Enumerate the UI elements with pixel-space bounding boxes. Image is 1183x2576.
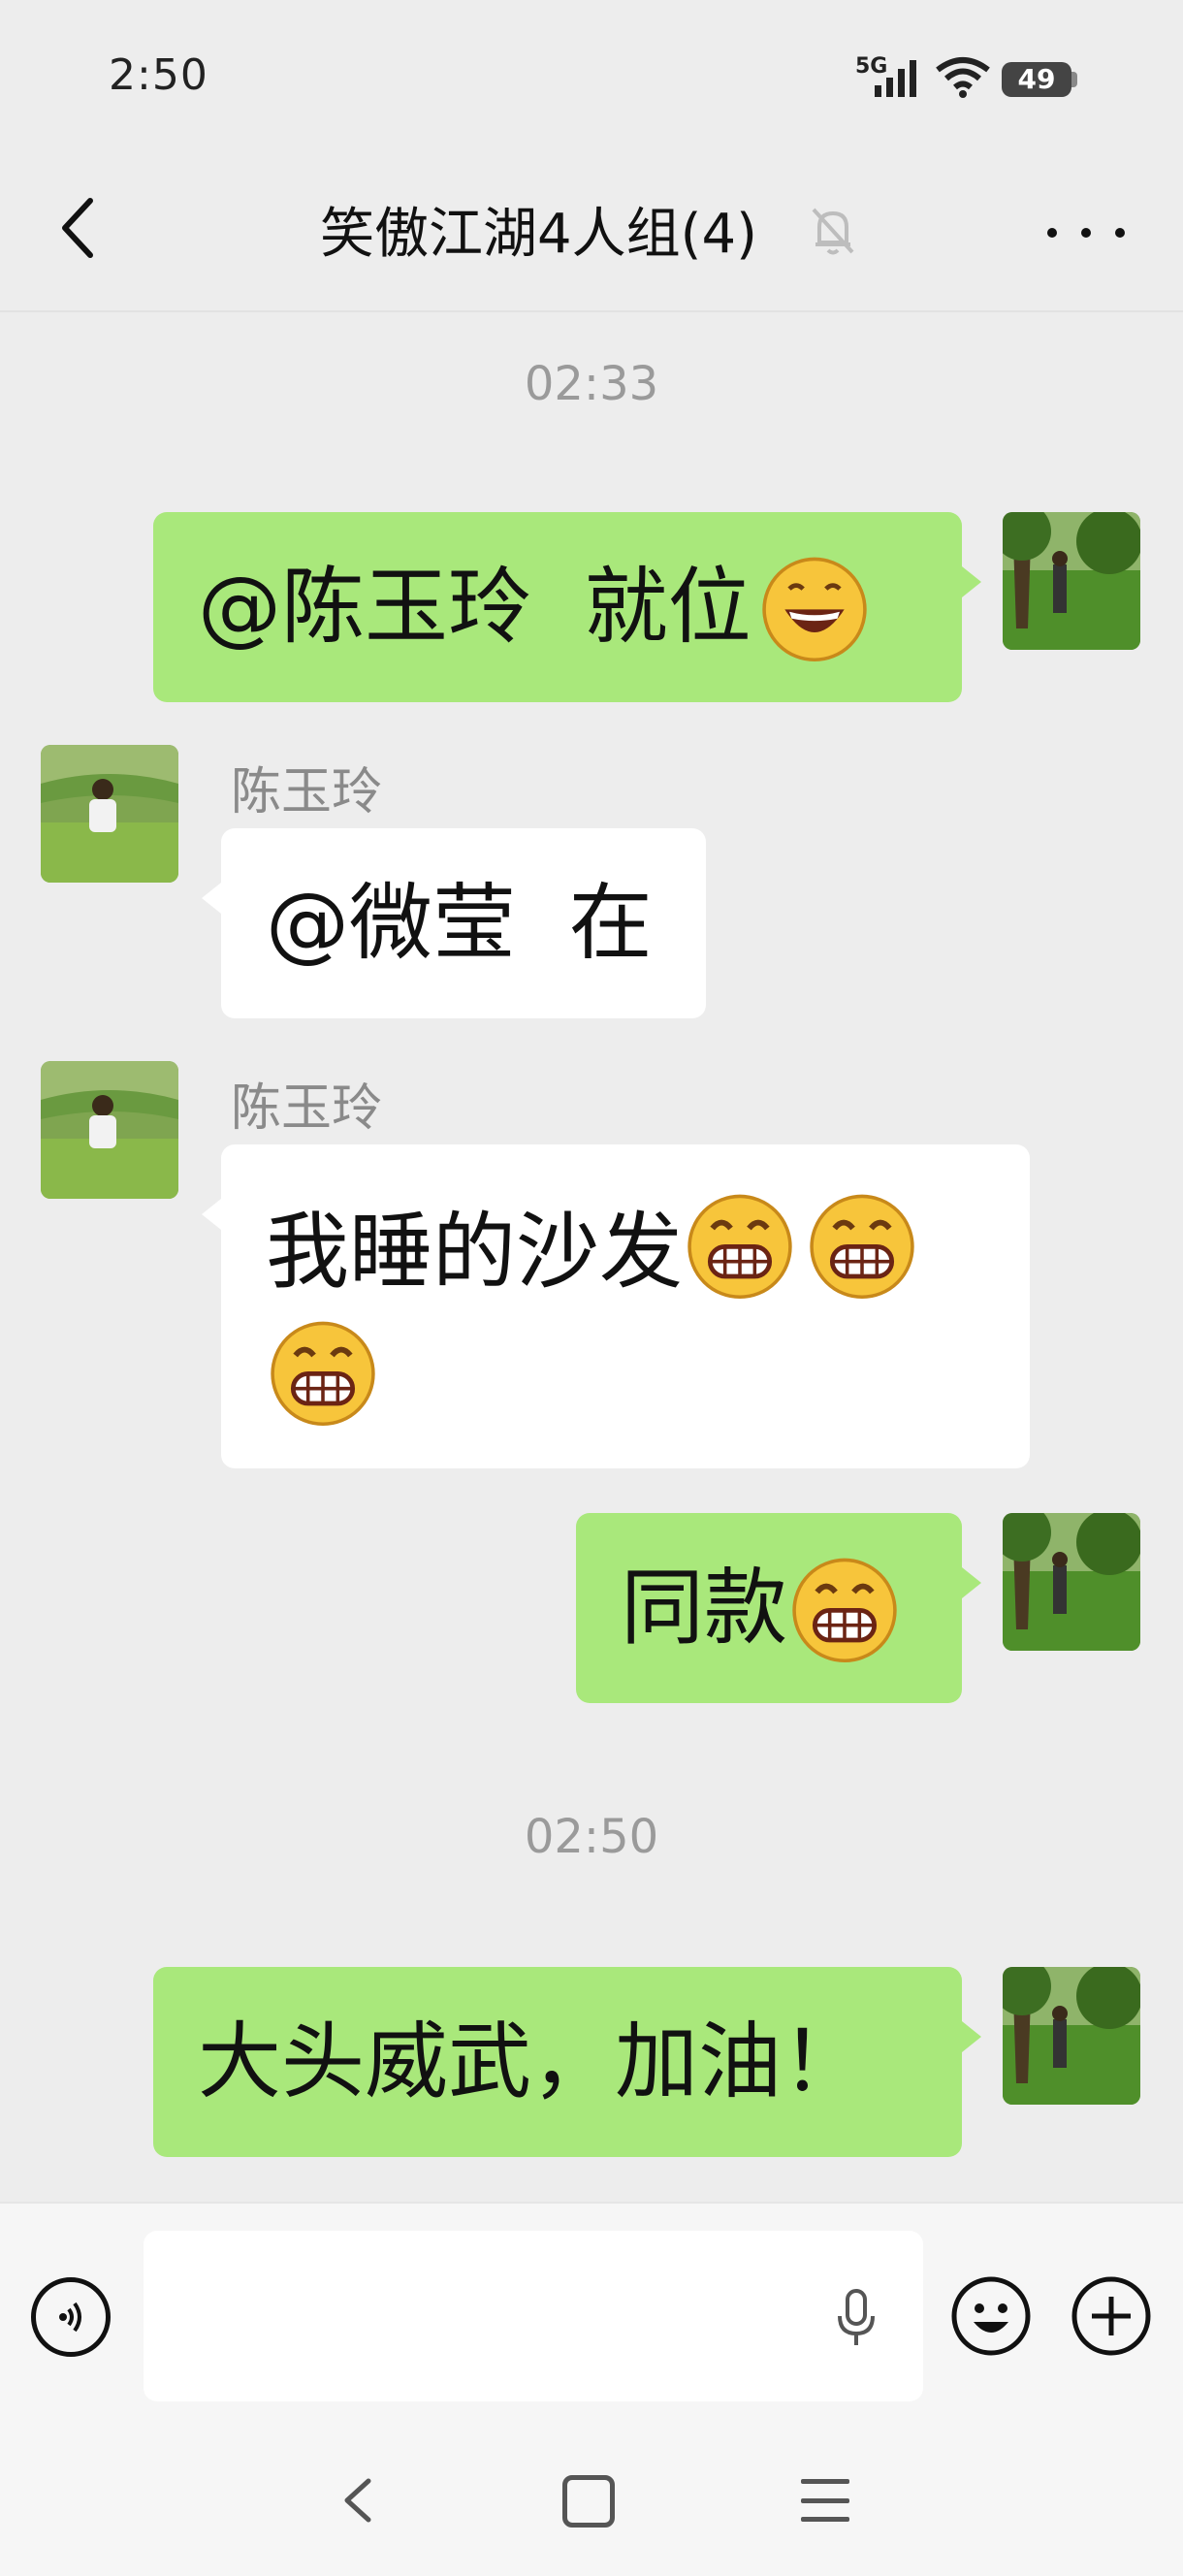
message-text: 我睡的沙发 <box>266 1204 683 1301</box>
beaming-face-emoji <box>687 1194 792 1300</box>
beaming-face-emoji <box>810 1194 914 1300</box>
sender-name: 陈玉玲 <box>231 1079 383 1138</box>
message-bubble-outgoing[interactable]: @陈玉玲 就位 <box>153 512 962 702</box>
battery-tip <box>1071 72 1077 87</box>
chat-title[interactable]: 笑傲江湖4人组(4) <box>320 190 757 269</box>
more-options-button[interactable] <box>1047 204 1125 262</box>
bubble-tail <box>962 566 981 597</box>
microphone-icon[interactable] <box>832 2287 880 2349</box>
beaming-face-emoji <box>271 1321 375 1427</box>
my-avatar[interactable] <box>1003 512 1140 650</box>
my-avatar[interactable] <box>1003 1513 1140 1651</box>
message-bubble-outgoing[interactable]: 同款 <box>576 1513 962 1703</box>
signal-icon <box>875 60 916 97</box>
bubble-tail <box>202 1199 221 1230</box>
more-dot <box>1081 228 1091 238</box>
system-back-icon[interactable] <box>330 2471 388 2529</box>
back-arrow-icon <box>62 198 93 258</box>
message-text: @陈玉玲 就位 <box>198 559 751 656</box>
bubble-tail <box>962 2021 981 2052</box>
bubble-tail <box>202 883 221 914</box>
contact-avatar[interactable] <box>41 1061 178 1199</box>
message-text: 同款 <box>621 1560 787 1657</box>
beaming-face-emoji <box>792 1558 897 1663</box>
message-text: 大头威武，加油！ <box>198 2013 865 2110</box>
wifi-icon <box>936 57 990 98</box>
message-text: @微莹 在 <box>266 875 653 972</box>
system-menu-icon[interactable] <box>801 2479 849 2522</box>
more-dot <box>1115 228 1125 238</box>
voice-mode-icon <box>59 2302 81 2333</box>
nav-divider <box>0 310 1183 312</box>
battery-level: 49 <box>1017 63 1056 95</box>
system-home-icon[interactable] <box>562 2475 615 2528</box>
bell-off-icon <box>812 208 854 255</box>
contact-avatar[interactable] <box>41 745 178 883</box>
message-input[interactable] <box>144 2231 923 2401</box>
timestamp: 02:33 <box>524 357 659 411</box>
message-bubble-outgoing[interactable]: 大头威武，加油！ <box>153 1967 962 2157</box>
message-bubble-incoming[interactable]: 我睡的沙发 <box>221 1144 1030 1468</box>
emoji-icon[interactable] <box>950 2275 1032 2357</box>
timestamp: 02:50 <box>524 1810 659 1864</box>
more-dot <box>1047 228 1057 238</box>
bubble-tail <box>962 1567 981 1598</box>
status-time: 2:50 <box>109 50 208 100</box>
message-bubble-incoming[interactable]: @微莹 在 <box>221 828 706 1018</box>
voice-mode-button[interactable] <box>31 2277 111 2357</box>
sender-name: 陈玉玲 <box>231 763 383 821</box>
my-avatar[interactable] <box>1003 1967 1140 2105</box>
back-button[interactable] <box>43 184 111 272</box>
plus-icon[interactable] <box>1071 2275 1152 2357</box>
grinning-face-emoji <box>761 557 867 662</box>
